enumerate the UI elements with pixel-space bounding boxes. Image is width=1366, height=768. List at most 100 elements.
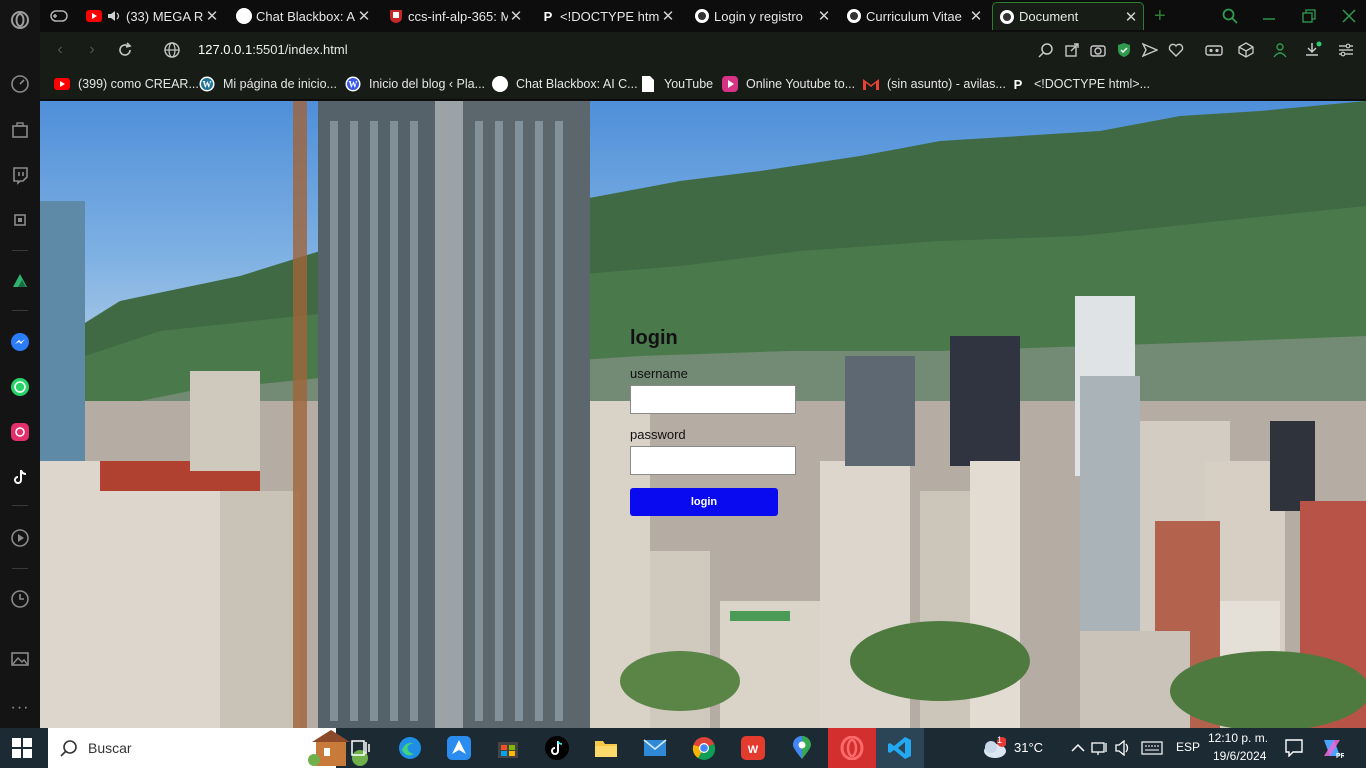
keyboard-icon[interactable] — [1140, 736, 1164, 760]
browser-sidebar: ··· — [0, 0, 40, 728]
bookmark-item[interactable]: Chat Blackbox: AI C... — [492, 75, 638, 93]
minimize-icon[interactable] — [1256, 2, 1280, 30]
login-title: login — [630, 327, 678, 349]
download-icon[interactable] — [1303, 40, 1323, 60]
opera-logo-icon[interactable] — [8, 8, 32, 32]
tab-title: (33) MEGA REC — [126, 8, 204, 24]
camera-icon[interactable] — [1088, 40, 1108, 60]
bookmark-item[interactable]: W Mi página de inicio... — [199, 75, 337, 93]
bookmark-label: YouTube — [664, 77, 714, 91]
url-field[interactable]: 127.0.0.1:5501/index.html — [198, 42, 348, 57]
sidebar-divider — [12, 568, 28, 569]
forward-icon[interactable]: › — [82, 40, 102, 60]
opera-taskbar-item[interactable] — [828, 728, 876, 768]
tab-curriculum[interactable]: Curriculum Vitae ✕ — [840, 2, 988, 30]
notification-icon[interactable] — [1282, 736, 1306, 760]
copilot-icon[interactable]: PRE — [1320, 736, 1344, 760]
network-icon[interactable] — [1088, 736, 1112, 760]
bookmark-item[interactable]: Online Youtube to... — [722, 75, 855, 93]
language-indicator[interactable]: ESP — [1176, 740, 1200, 754]
player-icon[interactable] — [8, 526, 32, 550]
tab-search-icon[interactable] — [1216, 2, 1240, 30]
site-info-globe-icon[interactable] — [162, 40, 182, 60]
tiktok-icon[interactable] — [8, 465, 32, 489]
tab-blackbox[interactable]: Chat Blackbox: AI C ✕ — [230, 2, 376, 30]
clock-date[interactable]: 19/6/2024 — [1213, 749, 1266, 763]
bookmark-label: (399) como CREAR... — [78, 77, 199, 91]
chip-icon[interactable] — [8, 208, 32, 232]
password-input[interactable] — [630, 446, 796, 475]
svg-text:W: W — [349, 80, 358, 90]
windows-start-icon[interactable] — [12, 738, 32, 758]
messenger-icon[interactable] — [8, 330, 32, 354]
tray-chevron-up-icon[interactable] — [1066, 736, 1090, 760]
restore-icon[interactable] — [1296, 2, 1320, 30]
chrome-icon[interactable] — [692, 736, 716, 760]
close-window-icon[interactable] — [1336, 2, 1360, 30]
login-button[interactable]: login — [630, 488, 778, 516]
web-page-viewport: login username password login — [40, 101, 1366, 728]
tab-ccs[interactable]: ccs-inf-alp-365: M ✕ — [382, 2, 528, 30]
bookmark-label: Online Youtube to... — [746, 77, 856, 91]
cube-icon[interactable] — [1236, 40, 1256, 60]
store-icon[interactable] — [496, 736, 520, 760]
vscode-taskbar-item[interactable] — [876, 728, 924, 768]
tiktok-icon[interactable] — [545, 736, 569, 760]
heart-icon[interactable] — [1166, 40, 1186, 60]
back-icon[interactable]: ‹ — [50, 40, 70, 60]
bookmark-item[interactable]: YouTube — [640, 75, 713, 93]
username-input[interactable] — [630, 385, 796, 414]
gamepad-tab-icon[interactable] — [44, 2, 80, 30]
wps-office-icon[interactable]: W — [741, 736, 765, 760]
more-options-icon[interactable]: ··· — [8, 696, 32, 720]
bookmark-item[interactable]: (sin asunto) - avilas... — [863, 75, 1006, 93]
profile-icon[interactable] — [1270, 40, 1290, 60]
whatsapp-icon[interactable] — [8, 375, 32, 399]
tab-document[interactable]: Document ✕ — [992, 2, 1144, 30]
speaker-icon[interactable] — [106, 8, 122, 24]
gallery-icon[interactable] — [8, 647, 32, 671]
weather-icon[interactable] — [982, 736, 1006, 760]
share-icon[interactable] — [1062, 40, 1082, 60]
volume-icon[interactable] — [1112, 736, 1136, 760]
close-tab-icon[interactable]: ✕ — [660, 7, 676, 25]
bookmark-label: Mi página de inicio... — [223, 77, 337, 91]
file-explorer-icon[interactable] — [594, 736, 618, 760]
bookmark-item[interactable]: W Inicio del blog ‹ Pla... — [345, 75, 485, 93]
tab-title: ccs-inf-alp-365: M — [408, 8, 508, 24]
close-tab-icon[interactable]: ✕ — [356, 7, 372, 25]
new-tab-button[interactable]: + — [1148, 2, 1172, 30]
speed-dial-icon[interactable] — [8, 72, 32, 96]
youtube-icon — [54, 76, 70, 92]
close-tab-icon[interactable]: ✕ — [816, 7, 832, 25]
page-search-icon[interactable] — [1036, 40, 1056, 60]
close-tab-icon[interactable]: ✕ — [508, 7, 524, 25]
edge-icon[interactable] — [398, 736, 422, 760]
twitch-icon[interactable] — [8, 163, 32, 187]
bookmark-item[interactable]: (399) como CREAR... — [54, 75, 199, 93]
maps-icon[interactable] — [790, 736, 814, 760]
tab-youtube[interactable]: (33) MEGA REC ✕ — [80, 2, 224, 30]
vr-icon[interactable] — [1204, 40, 1224, 60]
task-view-icon[interactable] — [348, 736, 372, 760]
easy-setup-icon[interactable] — [1336, 40, 1356, 60]
instagram-icon[interactable] — [8, 420, 32, 444]
history-icon[interactable] — [8, 587, 32, 611]
taskbar-search-box[interactable]: Buscar — [48, 728, 368, 768]
adblock-shield-icon[interactable] — [1114, 40, 1134, 60]
mail-icon[interactable] — [643, 736, 667, 760]
aria-ai-icon[interactable] — [8, 268, 32, 292]
tab-title: Chat Blackbox: AI C — [256, 8, 356, 24]
close-tab-icon[interactable]: ✕ — [968, 7, 984, 25]
reload-icon[interactable] — [115, 40, 135, 60]
navigator-icon[interactable] — [447, 736, 471, 760]
tab-login-registro[interactable]: Login y registro ✕ — [688, 2, 836, 30]
blackbox-icon — [236, 8, 252, 24]
close-tab-icon[interactable]: ✕ — [1123, 8, 1139, 26]
close-tab-icon[interactable]: ✕ — [204, 7, 220, 25]
briefcase-icon[interactable] — [8, 118, 32, 142]
tab-doctype[interactable]: P <!DOCTYPE html> ✕ — [534, 2, 680, 30]
clock-time[interactable]: 12:10 p. m. — [1208, 731, 1268, 745]
send-icon[interactable] — [1140, 40, 1160, 60]
bookmark-item[interactable]: P <!DOCTYPE html>... — [1010, 75, 1150, 93]
